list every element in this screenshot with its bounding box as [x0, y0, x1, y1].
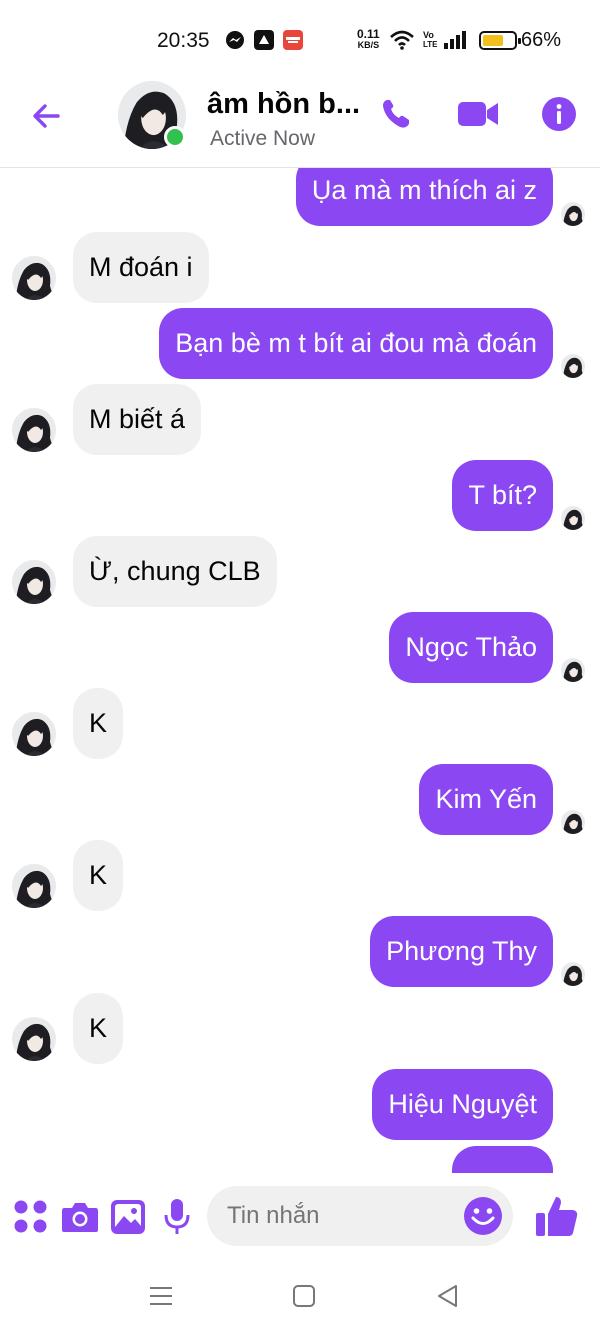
- sender-avatar[interactable]: [12, 864, 56, 908]
- message-text: K: [89, 708, 108, 738]
- active-status: Active Now: [210, 127, 316, 150]
- gallery-icon[interactable]: [110, 1199, 146, 1240]
- chat-header: âm hồn b... Active Now: [0, 78, 600, 168]
- message-bubble-outgoing[interactable]: Hiệu Nguyệt: [372, 1069, 553, 1140]
- messenger-notification-icon: [225, 30, 245, 50]
- seen-receipt-avatar: [561, 658, 585, 682]
- status-time: 20:35: [157, 29, 210, 52]
- message-bubble-incoming[interactable]: M đoán i: [73, 232, 209, 303]
- thumbs-up-icon[interactable]: [534, 1193, 580, 1244]
- contact-name[interactable]: âm hồn b...: [207, 88, 360, 121]
- menu-icon[interactable]: [149, 1283, 173, 1314]
- message-text: K: [89, 1013, 108, 1043]
- info-button[interactable]: [541, 96, 577, 137]
- wifi-icon: [390, 30, 414, 55]
- message-bubble-incoming[interactable]: Ừ, chung CLB: [73, 536, 277, 607]
- back-icon[interactable]: [436, 1283, 460, 1314]
- emoji-icon[interactable]: [463, 1196, 503, 1241]
- info-icon: [542, 97, 576, 131]
- message-bubble-outgoing[interactable]: Ụa mà m thích ai z: [295, 168, 553, 226]
- network-speed-value: 0.11: [357, 27, 380, 41]
- home-icon[interactable]: [292, 1283, 316, 1314]
- message-text: Ngọc Thảo: [405, 632, 537, 662]
- phone-call-button[interactable]: [378, 96, 414, 137]
- online-indicator: [164, 126, 186, 148]
- message-input-container[interactable]: [207, 1186, 513, 1246]
- message-bubble-incoming[interactable]: K: [73, 840, 124, 911]
- message-text: K: [89, 860, 108, 890]
- seen-receipt-avatar: [561, 962, 585, 986]
- seen-receipt-avatar: [561, 354, 585, 378]
- message-bubble-outgoing[interactable]: Phương Thy: [370, 916, 553, 987]
- android-navigation-bar: [0, 1263, 600, 1333]
- battery-icon: [479, 31, 521, 50]
- message-text: Hiệu Nguyệt: [388, 1089, 537, 1119]
- message-bubble-outgoing[interactable]: Ngọc Thảo: [389, 612, 553, 683]
- network-speed-unit: KB/S: [357, 40, 380, 50]
- message-text: Ừ, chung CLB: [89, 556, 261, 586]
- manga-app-notification-icon: [283, 30, 303, 50]
- volte-indicator: Vo LTE: [423, 30, 438, 50]
- back-arrow-icon: [33, 104, 60, 128]
- camera-icon[interactable]: [61, 1199, 99, 1240]
- message-text: Bạn bè m t bít ai đou mà đoán: [175, 328, 537, 358]
- sender-avatar[interactable]: [12, 560, 56, 604]
- volte-bottom: LTE: [423, 40, 438, 49]
- volte-top: Vo: [423, 30, 434, 40]
- network-speed: 0.11 KB/S: [357, 27, 380, 51]
- seen-receipt-avatar: [561, 202, 585, 226]
- microphone-icon[interactable]: [162, 1197, 192, 1242]
- message-text: Kim Yến: [435, 784, 537, 814]
- message-input[interactable]: [227, 1202, 457, 1230]
- message-bubble-outgoing-partial[interactable]: [452, 1146, 553, 1173]
- message-bubble-incoming[interactable]: K: [73, 993, 124, 1064]
- phone-icon: [383, 100, 409, 128]
- seen-receipt-avatar: [561, 506, 585, 530]
- message-text: M đoán i: [89, 252, 193, 282]
- seen-receipt-avatar: [561, 810, 585, 834]
- sender-avatar[interactable]: [12, 712, 56, 756]
- cell-signal-icon: [444, 31, 468, 54]
- message-composer: [0, 1173, 600, 1263]
- message-bubble-outgoing[interactable]: T bít?: [452, 460, 553, 531]
- message-bubble-incoming[interactable]: M biết á: [73, 384, 202, 455]
- back-button[interactable]: [28, 98, 64, 134]
- message-text: M biết á: [89, 404, 186, 434]
- battery-percent: 66%: [521, 29, 562, 51]
- video-call-button[interactable]: [456, 96, 500, 137]
- sender-avatar[interactable]: [12, 408, 56, 452]
- battery-level: [483, 35, 503, 46]
- conversation-view[interactable]: Ụa mà m thích ai z M đoán i Bạn bè m t b…: [0, 168, 600, 1173]
- sender-avatar[interactable]: [12, 1017, 56, 1061]
- message-bubble-incoming[interactable]: K: [73, 688, 124, 759]
- status-bar: 20:35 0.11 KB/S Vo LTE 66%: [0, 0, 600, 78]
- message-bubble-outgoing[interactable]: Bạn bè m t bít ai đou mà đoán: [159, 308, 553, 379]
- video-camera-icon: [458, 102, 498, 126]
- message-text: Phương Thy: [386, 936, 537, 966]
- sender-avatar[interactable]: [12, 256, 56, 300]
- message-text: Ụa mà m thích ai z: [311, 175, 537, 205]
- message-text: T bít?: [468, 480, 537, 510]
- message-bubble-outgoing[interactable]: Kim Yến: [419, 764, 553, 835]
- app-notification-icon: [254, 30, 274, 50]
- apps-icon[interactable]: [13, 1199, 49, 1240]
